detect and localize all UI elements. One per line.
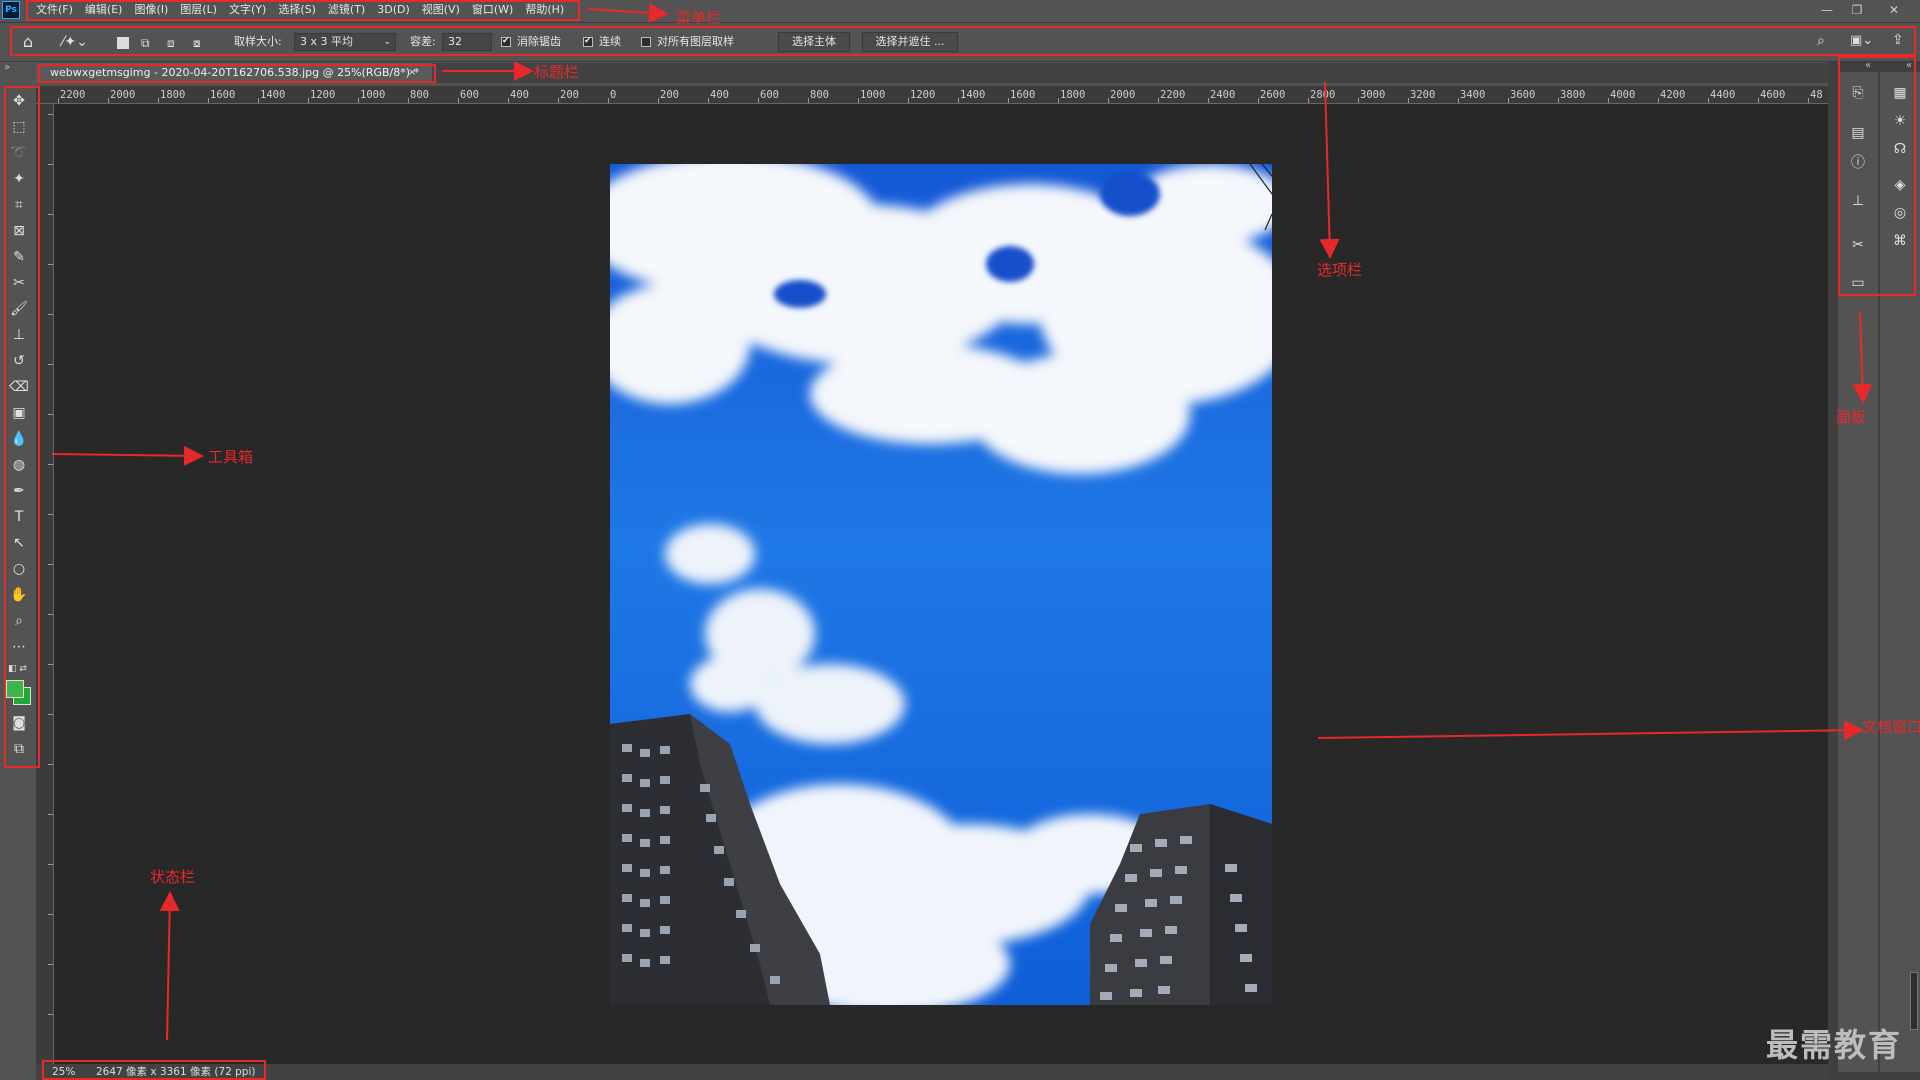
annotation-panels: 面板 xyxy=(1836,408,1867,426)
docwindow-arrow xyxy=(1317,720,1864,741)
toolbox-arrow xyxy=(51,445,204,466)
annotation-title-bar: 标题栏 xyxy=(534,63,580,81)
optionsbar-arrow xyxy=(1319,81,1340,259)
annotation-toolbox: 工具箱 xyxy=(208,448,254,466)
annotation-options-bar: 选项栏 xyxy=(1317,261,1363,279)
menubar-arrow xyxy=(587,2,669,23)
statusbar-arrow xyxy=(159,891,180,1041)
annotation-doc-window: 文档窗口 xyxy=(1862,718,1920,736)
watermark: 最需教育 xyxy=(1766,1026,1903,1064)
annotation-status-bar: 状态栏 xyxy=(150,868,196,886)
panels-arrow xyxy=(1852,311,1873,404)
annotation-arrows xyxy=(51,2,1873,1041)
annotation-menubar: 菜单栏 xyxy=(676,9,722,27)
